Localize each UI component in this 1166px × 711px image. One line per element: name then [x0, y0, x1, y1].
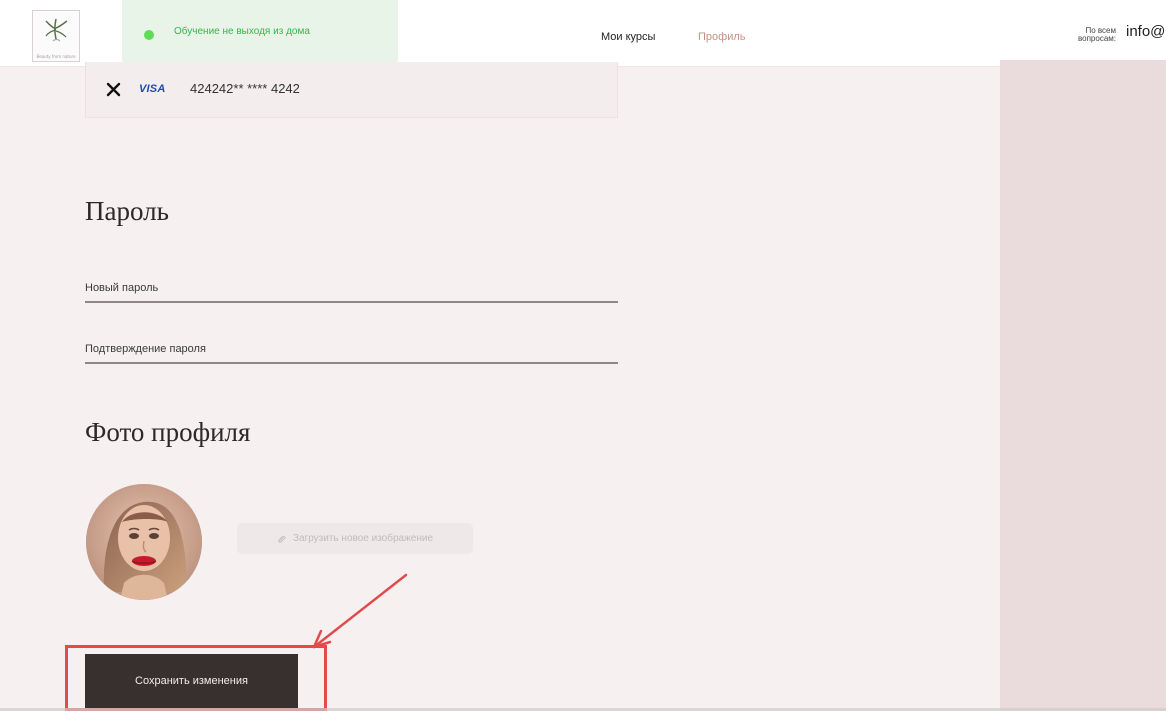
profile-page: Beauty from nature Обучение не выходя из… [0, 0, 1166, 711]
nav-profile[interactable]: Профиль [698, 31, 746, 43]
confirm-password-field-wrap [85, 336, 618, 368]
help-label: По всем вопросам: [1068, 27, 1116, 43]
card-number: 424242** **** 4242 [190, 81, 300, 96]
plant-logo-icon [45, 18, 68, 42]
saved-card-row: VISA 424242** **** 4242 [85, 62, 618, 118]
save-changes-button[interactable]: Сохранить изменения [85, 654, 298, 708]
decorative-side-panel [1000, 60, 1166, 711]
new-password-input[interactable] [85, 275, 618, 303]
upload-photo-button[interactable]: Загрузить новое изображение [237, 523, 473, 554]
confirm-password-input[interactable] [85, 336, 618, 364]
nav-my-courses[interactable]: Мои курсы [601, 31, 655, 43]
promo-banner: Обучение не выходя из дома [122, 0, 398, 65]
paperclip-icon [278, 535, 286, 543]
upload-photo-label: Загрузить новое изображение [292, 533, 433, 544]
support-email-link[interactable]: info@ [1126, 23, 1165, 40]
password-section-title: Пароль [85, 196, 169, 226]
profile-photo-title: Фото профиля [85, 417, 251, 447]
status-dot-icon [144, 30, 154, 40]
avatar-portrait-image [86, 484, 202, 600]
annotation-arrow-icon [312, 573, 408, 649]
close-icon[interactable] [106, 82, 121, 97]
brand-logo[interactable]: Beauty from nature [32, 10, 80, 62]
visa-brand-icon: VISA [139, 83, 166, 95]
profile-avatar [86, 484, 202, 600]
promo-text: Обучение не выходя из дома [174, 26, 310, 37]
new-password-field-wrap [85, 275, 618, 307]
top-bar: Beauty from nature Обучение не выходя из… [0, 0, 1166, 67]
logo-caption: Beauty from nature [36, 54, 76, 59]
help-label-line2: вопросам: [1077, 34, 1116, 43]
